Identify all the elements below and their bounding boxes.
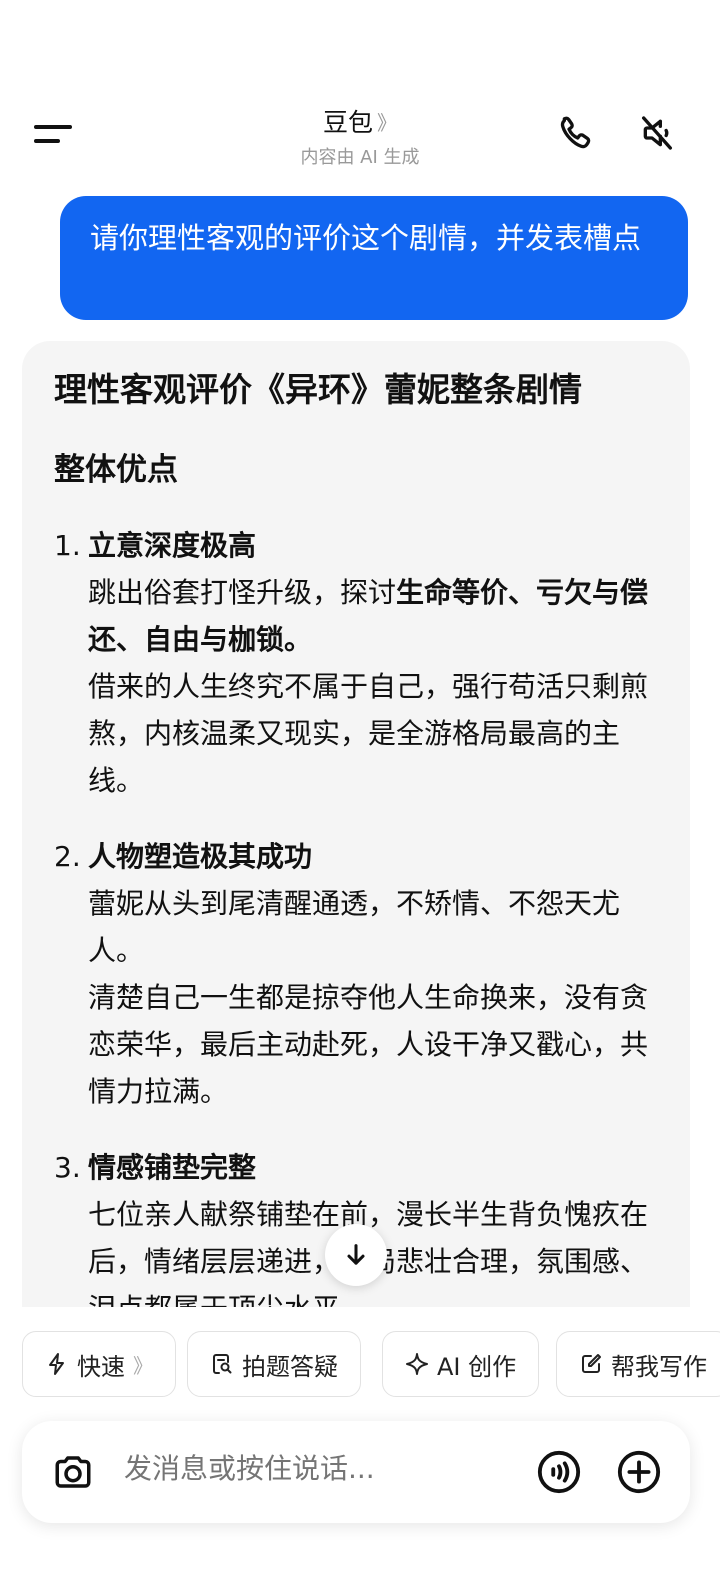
phone-icon[interactable] [556, 113, 596, 153]
voice-call-icon[interactable] [536, 1449, 582, 1495]
user-message-bubble: 请你理性客观的评价这个剧情，并发表槽点 [60, 196, 688, 320]
camera-icon[interactable] [50, 1451, 96, 1493]
chip-label: AI 创作 [437, 1352, 517, 1381]
ai-response-title: 理性客观评价《异环》蕾妮整条剧情 [54, 370, 582, 409]
ai-response-card: 理性客观评价《异环》蕾妮整条剧情 整体优点 1. 立意深度极高 跳出俗套打怪升级… [22, 341, 690, 1307]
list-item-text: 清楚自己一生都是掠夺他人生命换来，没有贪恋荣华，最后主动赴死，人设干净又戳心，共… [88, 981, 649, 1108]
list-number: 3. [54, 1151, 81, 1184]
title-block[interactable]: 豆包 》 内容由 AI 生成 [0, 103, 720, 169]
quick-action-bar: 快速 》 拍题答疑 AI 创作 帮我写作 [22, 1331, 720, 1399]
chat-header: 豆包 》 内容由 AI 生成 [0, 95, 720, 175]
chevron-right-icon: 》 [377, 110, 397, 135]
arrow-down-icon [347, 1244, 365, 1265]
list-number: 1. [54, 529, 81, 562]
scroll-to-bottom-button[interactable] [325, 1224, 387, 1286]
chip-photo-answer[interactable]: 拍题答疑 [187, 1331, 361, 1397]
chip-label: 拍题答疑 [242, 1352, 338, 1381]
chip-label: 帮我写作 [611, 1352, 707, 1381]
list-item: 2. 人物塑造极其成功 蕾妮从头到尾清醒通透，不矫情、不怨天尤人。 清楚自己一生… [54, 834, 664, 1115]
message-input[interactable] [122, 1451, 506, 1486]
list-number: 2. [54, 840, 81, 873]
list-item-heading: 立意深度极高 [88, 529, 257, 562]
message-input-bar [22, 1421, 690, 1523]
chip-label: 快速 [77, 1352, 125, 1381]
ai-generated-notice: 内容由 AI 生成 [300, 147, 420, 168]
section-heading: 整体优点 [54, 452, 178, 488]
list-item: 1. 立意深度极高 跳出俗套打怪升级，探讨生命等价、亏欠与偿还、自由与枷锁。 借… [54, 523, 664, 804]
lightning-icon [49, 1353, 64, 1375]
list-item-heading: 情感铺垫完整 [88, 1151, 257, 1184]
chip-ai-create[interactable]: AI 创作 [382, 1331, 540, 1397]
chip-fast[interactable]: 快速 》 [22, 1331, 176, 1397]
chevron-right-icon: 》 [133, 1353, 153, 1378]
photo-search-icon [213, 1354, 232, 1374]
speaker-mute-icon[interactable] [636, 113, 678, 153]
chip-help-write[interactable]: 帮我写作 [556, 1331, 720, 1397]
list-item-heading: 人物塑造极其成功 [88, 840, 313, 873]
bot-name[interactable]: 豆包 》 [323, 103, 397, 139]
list-item-text: 跳出俗套打怪升级，探讨生命等价、亏欠与偿还、自由与枷锁。 [88, 576, 649, 656]
bot-name-text: 豆包 [322, 108, 373, 137]
list-item-text: 蕾妮从头到尾清醒通透，不矫情、不怨天尤人。 [88, 887, 621, 967]
list-item-text: 借来的人生终究不属于自己，强行苟活只剩煎熬，内核温柔又现实，是全游格局最高的主线… [88, 670, 649, 797]
sparkle-icon [406, 1353, 428, 1375]
edit-icon [582, 1354, 601, 1373]
plus-icon[interactable] [616, 1449, 662, 1495]
